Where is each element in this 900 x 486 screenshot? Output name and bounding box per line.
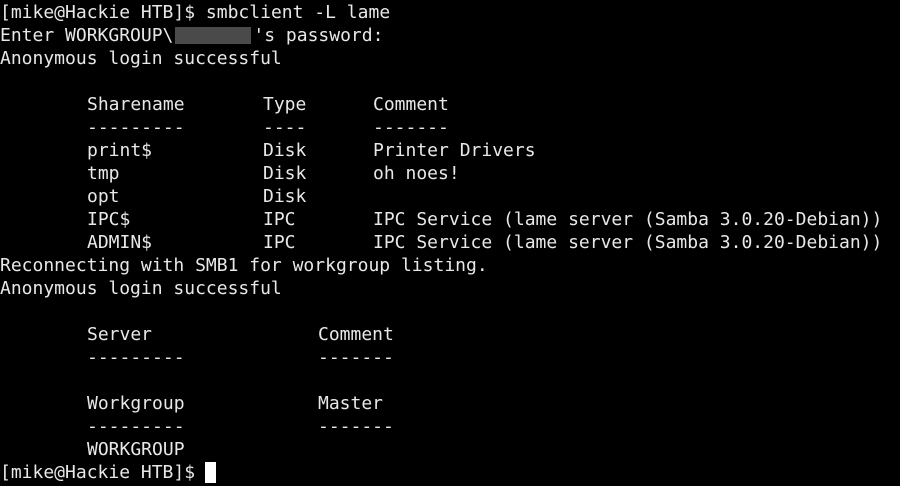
final-prompt-line[interactable]: [mike@Hackie HTB]$	[0, 461, 217, 484]
workgroup-col-master: Master	[318, 393, 384, 414]
share-type: Disk	[263, 186, 307, 207]
command-line: [mike@Hackie HTB]$ smbclient -L lame	[0, 1, 390, 24]
shell-prompt: [mike@Hackie HTB]$	[0, 2, 196, 23]
share-col-type: Type	[263, 94, 307, 115]
shell-prompt: [mike@Hackie HTB]$	[0, 462, 196, 483]
share-col-comment: Comment	[373, 94, 449, 115]
text-cursor	[205, 462, 217, 483]
reconnect-message: Reconnecting with SMB1 for workgroup lis…	[0, 255, 488, 276]
share-type: IPC	[263, 209, 296, 230]
share-comment: oh noes!	[373, 163, 460, 184]
share-name: tmp	[87, 163, 120, 184]
server-col-comment: Comment	[318, 324, 394, 345]
share-name: IPC$	[87, 209, 131, 230]
redacted-username	[175, 27, 252, 44]
share-name: ADMIN$	[87, 232, 153, 253]
share-type: IPC	[263, 232, 296, 253]
login-message-2: Anonymous login successful	[0, 278, 282, 299]
password-prefix: Enter WORKGROUP\	[0, 25, 174, 46]
terminal-window[interactable]: [mike@Hackie HTB]$ smbclient -L lame Ent…	[0, 0, 900, 486]
workgroup-name: WORKGROUP	[87, 439, 185, 460]
workgroup-col-workgroup: Workgroup	[87, 393, 185, 414]
password-suffix: 's password:	[253, 25, 384, 46]
share-col-sharename: Sharename	[87, 94, 185, 115]
share-name: opt	[87, 186, 120, 207]
share-type: Disk	[263, 163, 307, 184]
share-comment: IPC Service (lame server (Samba 3.0.20-D…	[373, 232, 883, 253]
login-message-1: Anonymous login successful	[0, 48, 282, 69]
share-comment: IPC Service (lame server (Samba 3.0.20-D…	[373, 209, 883, 230]
command-text: smbclient -L lame	[205, 2, 391, 23]
password-prompt-line: Enter WORKGROUP\ 's password:	[0, 24, 383, 47]
share-type: Disk	[263, 140, 307, 161]
share-comment: Printer Drivers	[373, 140, 536, 161]
server-col-server: Server	[87, 324, 153, 345]
share-name: print$	[87, 140, 153, 161]
